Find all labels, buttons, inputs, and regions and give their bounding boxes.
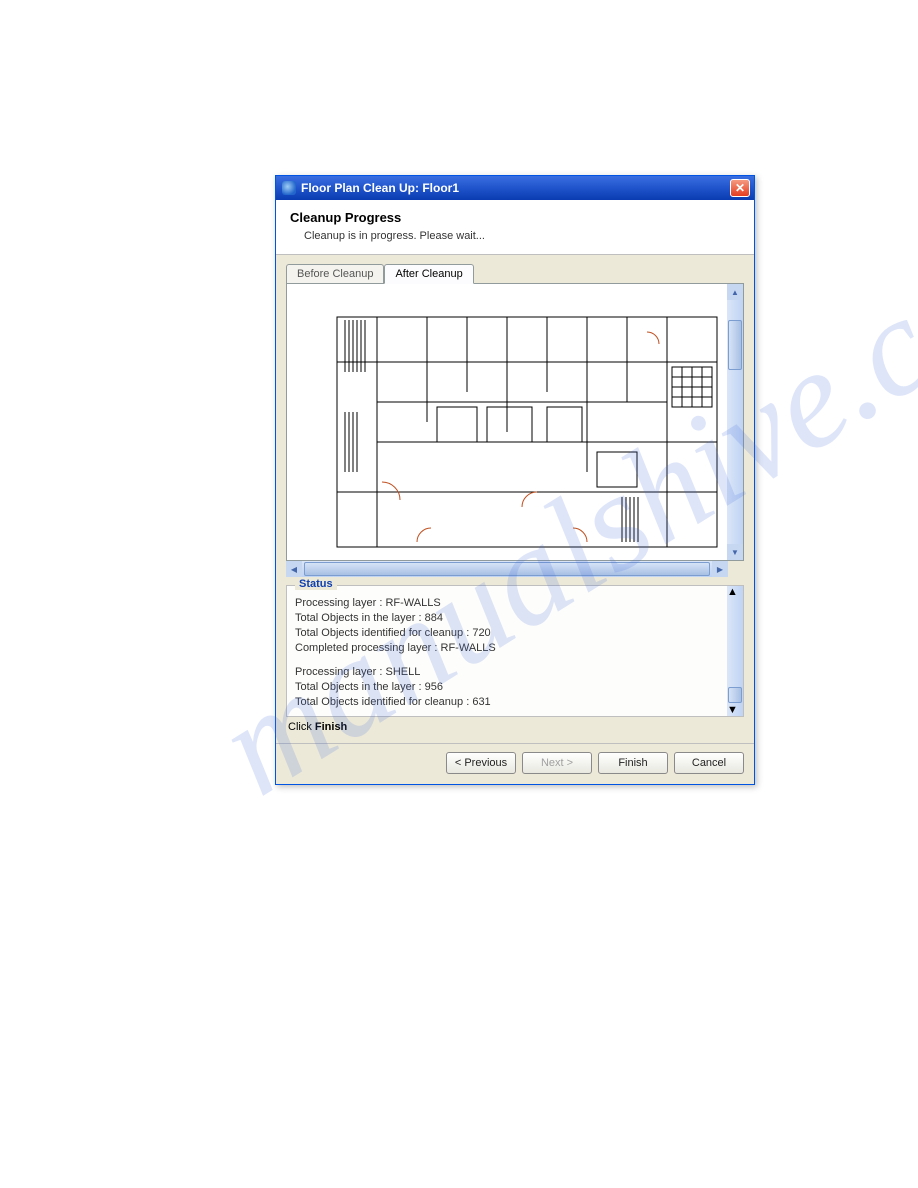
close-button[interactable]: ✕ — [730, 179, 750, 197]
floor-plan-container: ▲ ▼ — [286, 283, 744, 561]
scroll-up-icon[interactable]: ▲ — [727, 284, 743, 300]
page-subtitle: Cleanup is in progress. Please wait... — [290, 230, 740, 242]
scroll-thumb[interactable] — [304, 562, 710, 576]
status-log: Processing layer : RF-WALLS Total Object… — [287, 586, 727, 716]
scroll-up-icon[interactable]: ▲ — [727, 586, 743, 598]
tab-before-cleanup[interactable]: Before Cleanup — [286, 264, 384, 284]
vertical-scrollbar[interactable]: ▲ ▼ — [727, 284, 743, 560]
scroll-thumb[interactable] — [728, 687, 742, 703]
floor-plan-drawing — [287, 284, 727, 560]
titlebar[interactable]: Floor Plan Clean Up: Floor1 ✕ — [276, 176, 754, 200]
status-line: Completed processing layer : RF-WALLS — [295, 641, 719, 656]
status-line: Total Objects in the layer : 956 — [295, 680, 719, 695]
status-line: Total Objects identified for cleanup : 6… — [295, 695, 719, 710]
page-title: Cleanup Progress — [290, 210, 740, 225]
dialog-header: Cleanup Progress Cleanup is in progress.… — [276, 200, 754, 255]
status-line: Total Objects identified for cleanup : 7… — [295, 626, 719, 641]
scroll-left-icon[interactable]: ◀ — [286, 561, 302, 577]
status-label: Status — [295, 578, 337, 590]
status-scrollbar[interactable]: ▲ ▼ — [727, 586, 743, 716]
scroll-right-icon[interactable]: ▶ — [712, 561, 728, 577]
finish-button[interactable]: Finish — [598, 752, 668, 774]
tab-after-cleanup[interactable]: After Cleanup — [384, 264, 473, 284]
app-icon — [282, 181, 296, 195]
tab-strip: Before Cleanup After Cleanup — [286, 263, 744, 283]
scroll-down-icon[interactable]: ▼ — [727, 704, 743, 716]
stairwell-icon — [345, 320, 365, 472]
horizontal-scrollbar[interactable]: ◀ ▶ — [286, 561, 728, 577]
hint-text: Click Finish — [286, 717, 744, 739]
dialog-footer: < Previous Next > Finish Cancel — [276, 743, 754, 784]
status-line: Total Objects in the layer : 884 — [295, 611, 719, 626]
scroll-down-icon[interactable]: ▼ — [727, 544, 743, 560]
next-button: Next > — [522, 752, 592, 774]
close-icon: ✕ — [735, 181, 745, 195]
status-line: Processing layer : SHELL — [295, 665, 719, 680]
status-line: Processing layer : RF-WALLS — [295, 596, 719, 611]
previous-button[interactable]: < Previous — [446, 752, 516, 774]
scroll-corner — [728, 561, 744, 577]
status-panel: Status Processing layer : RF-WALLS Total… — [286, 585, 744, 717]
floor-plan-viewport[interactable] — [287, 284, 727, 560]
stairwell-icon — [622, 497, 638, 542]
grid-icon — [672, 367, 712, 407]
scroll-thumb[interactable] — [728, 320, 742, 370]
cancel-button[interactable]: Cancel — [674, 752, 744, 774]
cleanup-dialog: Floor Plan Clean Up: Floor1 ✕ Cleanup Pr… — [275, 175, 755, 785]
window-title: Floor Plan Clean Up: Floor1 — [301, 181, 459, 195]
